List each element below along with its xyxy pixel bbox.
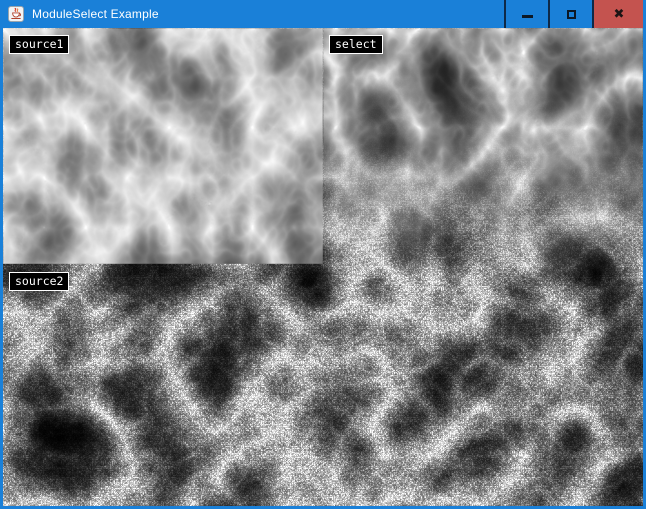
close-button[interactable]: ✖ — [592, 0, 644, 28]
minimize-button[interactable] — [504, 0, 548, 28]
noise-canvas — [3, 28, 643, 506]
minimize-icon — [522, 15, 533, 18]
titlebar[interactable]: ModuleSelect Example ✖ — [0, 0, 646, 28]
window-title: ModuleSelect Example — [32, 7, 159, 21]
label-source2: source2 — [9, 272, 69, 291]
java-coffee-cup-icon[interactable] — [8, 6, 24, 22]
close-icon: ✖ — [614, 8, 625, 21]
source1-preview-layer — [3, 28, 323, 264]
app-window: ModuleSelect Example ✖ — [0, 0, 646, 509]
window-controls: ✖ — [504, 0, 644, 28]
label-select: select — [329, 35, 383, 54]
noise-render-area: source1 select source2 — [3, 28, 643, 506]
label-source1: source1 — [9, 35, 69, 54]
maximize-button[interactable] — [548, 0, 592, 28]
maximize-icon — [567, 10, 576, 19]
select-smooth-layer — [323, 28, 643, 280]
